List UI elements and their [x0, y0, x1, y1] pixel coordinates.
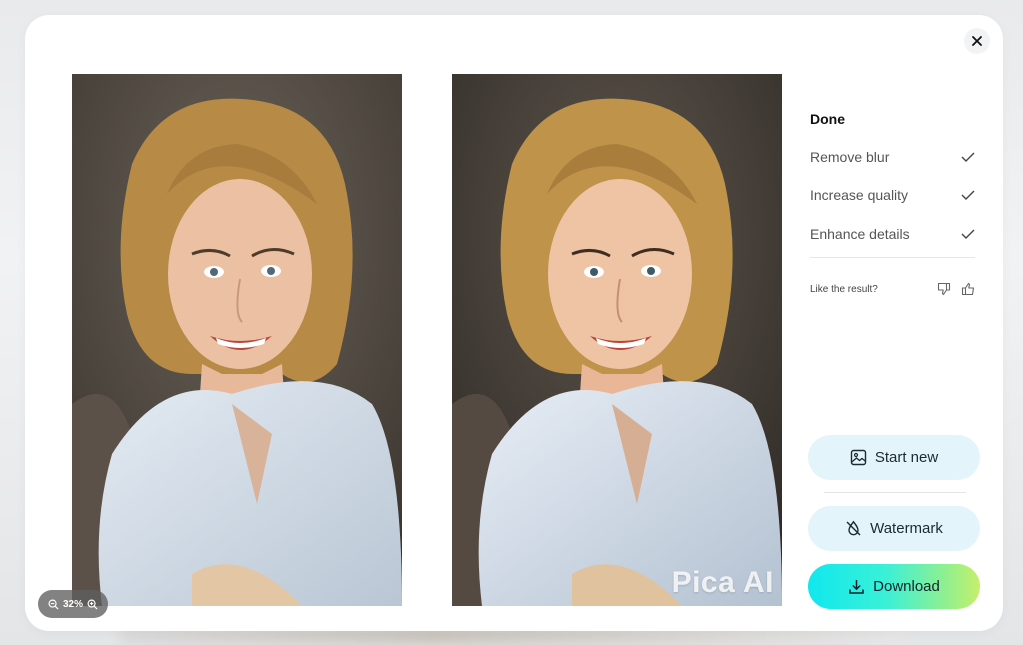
enhance-result-modal: Pica AI 32% Done Remove blur Increase qu…	[25, 15, 1003, 631]
enhanced-image: Pica AI	[452, 74, 782, 606]
zoom-level: 32%	[62, 598, 83, 610]
feedback-row: Like the result?	[810, 282, 975, 296]
download-button[interactable]: Download	[808, 564, 980, 609]
no-watermark-icon	[846, 520, 861, 536]
zoom-in-icon	[87, 599, 98, 610]
step-increase-quality: Increase quality	[810, 187, 975, 203]
zoom-out-icon	[48, 599, 59, 610]
divider	[810, 257, 975, 258]
thumbs-down-icon	[937, 282, 951, 296]
download-icon	[849, 580, 864, 594]
zoom-in-button[interactable]	[87, 599, 98, 610]
step-remove-blur: Remove blur	[810, 149, 975, 165]
download-label: Download	[873, 578, 940, 595]
result-panel: Done Remove blur Increase quality Enhanc…	[808, 15, 980, 631]
watermark-button[interactable]: Watermark	[808, 506, 980, 551]
check-icon	[961, 229, 975, 239]
start-new-button[interactable]: Start new	[808, 435, 980, 480]
step-label: Increase quality	[810, 187, 909, 203]
start-new-label: Start new	[874, 449, 939, 466]
feedback-label: Like the result?	[810, 283, 878, 295]
thumbs-up-icon	[961, 282, 975, 296]
step-enhance-details: Enhance details	[810, 226, 975, 242]
image-icon	[850, 449, 867, 466]
check-icon	[961, 190, 975, 200]
status-title: Done	[810, 111, 845, 127]
zoom-out-button[interactable]	[48, 599, 59, 610]
thumbs-down-button[interactable]	[937, 282, 951, 296]
step-label: Remove blur	[810, 149, 890, 165]
thumbs-up-button[interactable]	[961, 282, 975, 296]
watermark-label: Watermark	[870, 520, 943, 537]
step-label: Enhance details	[810, 226, 910, 242]
check-icon	[961, 152, 975, 162]
zoom-control: 32%	[38, 590, 108, 618]
divider	[824, 492, 966, 493]
watermark-text: Pica AI	[671, 566, 774, 599]
original-image	[72, 74, 402, 606]
